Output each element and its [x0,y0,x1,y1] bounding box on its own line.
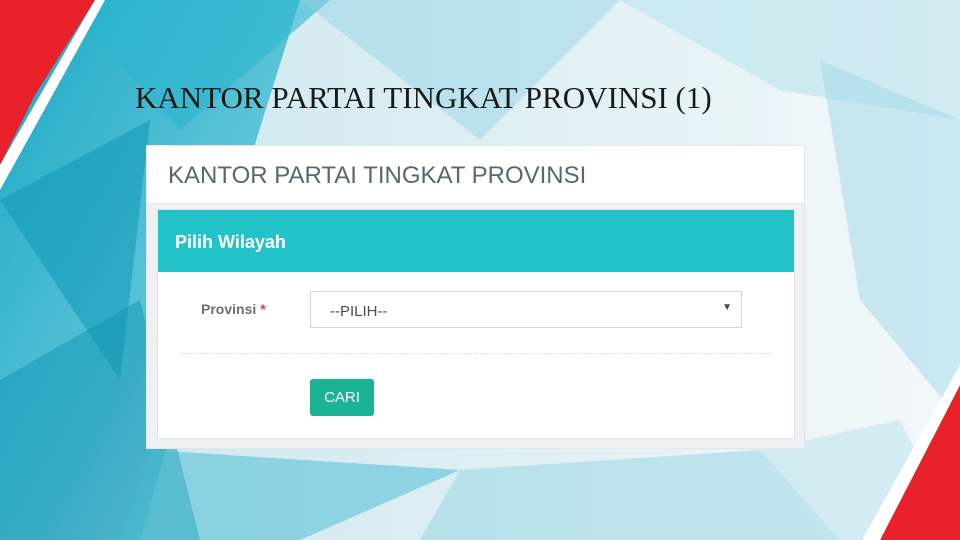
slide-title: KANTOR PARTAI TINGKAT PROVINSI (1) [135,80,712,115]
provinsi-select[interactable]: --PILIH-- ▼ [310,291,742,328]
provinsi-label: Provinsi * [201,301,266,317]
provinsi-select-value: --PILIH-- [330,303,388,320]
region-select-box: Pilih Wilayah Provinsi * --PILIH-- ▼ CARI [157,209,795,439]
box-title: Pilih Wilayah [175,232,286,252]
app-screenshot-panel: KANTOR PARTAI TINGKAT PROVINSI Pilih Wil… [146,145,805,449]
provinsi-label-text: Provinsi [201,301,257,317]
caret-down-icon: ▼ [722,302,732,313]
box-header: Pilih Wilayah [158,210,794,272]
page-header: KANTOR PARTAI TINGKAT PROVINSI [147,146,804,204]
page-title: KANTOR PARTAI TINGKAT PROVINSI [168,162,587,189]
required-marker: * [260,301,266,317]
form-divider [180,353,772,354]
cari-button[interactable]: CARI [310,379,374,416]
